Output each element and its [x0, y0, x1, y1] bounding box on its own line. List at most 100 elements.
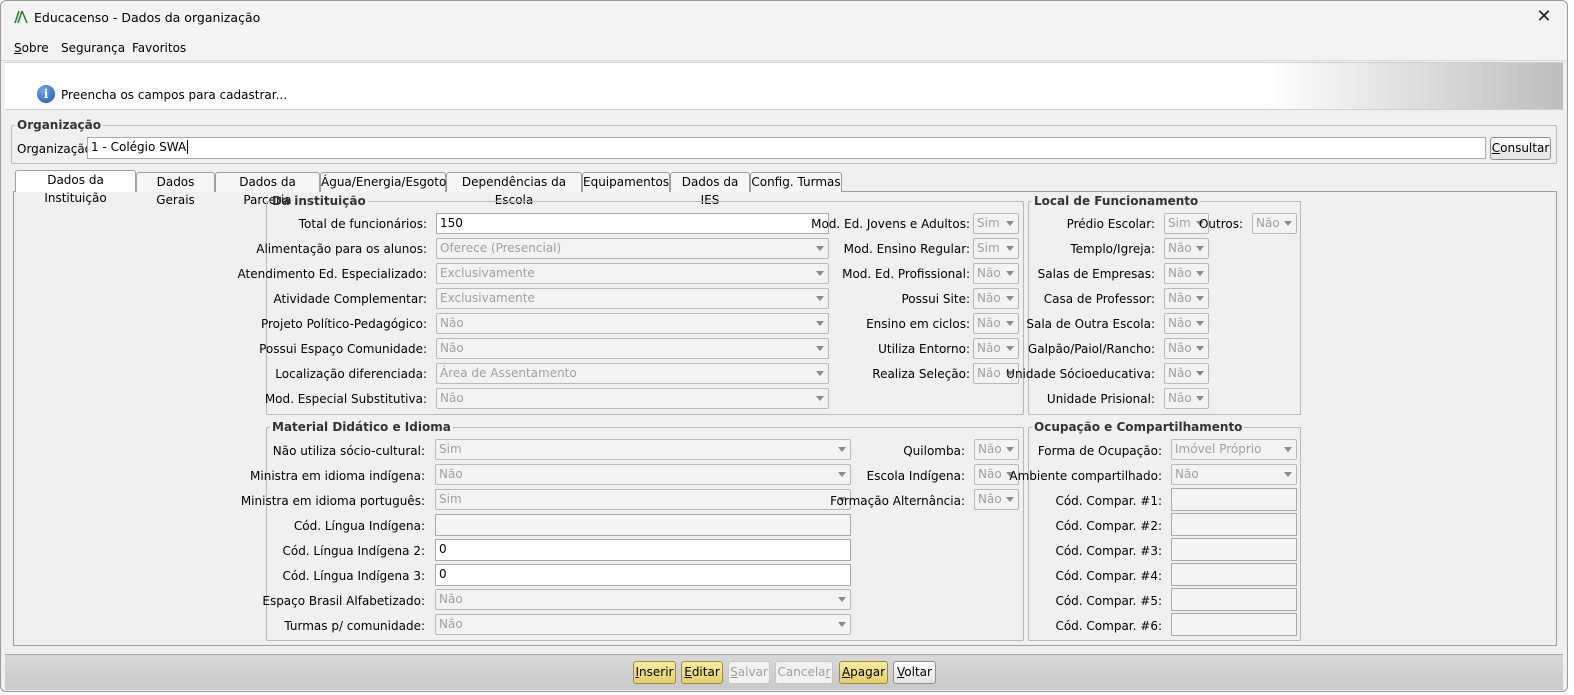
ambiente-compartilhado-label: Ambiente compartilhado: [1009, 469, 1162, 483]
inserir-button[interactable]: Inserir [633, 661, 676, 684]
cod-compar-3-input[interactable] [1171, 538, 1297, 561]
formacao-alternancia-select[interactable]: Não [974, 489, 1019, 510]
forma-ocupacao-select[interactable]: Imóvel Próprio [1171, 439, 1297, 460]
close-icon[interactable]: ✕ [1531, 6, 1557, 28]
tab-equipamentos[interactable]: Equipamentos [582, 172, 670, 192]
chevron-down-icon [1196, 371, 1204, 376]
chevron-down-icon [1284, 472, 1292, 477]
consultar-button[interactable]: Consultar [1490, 137, 1551, 160]
tab-dados-instituicao[interactable]: Dados da Instituição [15, 170, 136, 205]
chevron-down-icon [816, 346, 824, 351]
tab-agua-energia[interactable]: Água/Energia/Esgoto [320, 172, 446, 192]
idioma-portugues-select[interactable]: Sim [435, 489, 851, 510]
cod-compar-2-input[interactable] [1171, 513, 1297, 536]
nao-utiliza-select[interactable]: Sim [435, 439, 851, 460]
atividade-label: Atividade Complementar: [273, 292, 427, 306]
menu-sobre[interactable]: Sobre [14, 41, 49, 55]
chevron-down-icon [1006, 271, 1014, 276]
mod-eja-label: Mod. Ed. Jovens e Adultos: [811, 217, 970, 231]
hint-text: Preencha os campos para cadastrar... [61, 88, 288, 102]
idioma-indigena-label: Ministra em idioma indígena: [250, 469, 425, 483]
chevron-down-icon [816, 271, 824, 276]
tab-dados-ies[interactable]: Dados da IES [670, 172, 750, 207]
cod-compar-4-input[interactable] [1171, 563, 1297, 586]
unidade-socioeducativa-select[interactable]: Não [1164, 363, 1209, 384]
chevron-down-icon [1196, 396, 1204, 401]
turmas-comunidade-select[interactable]: Não [435, 614, 851, 635]
chevron-down-icon [816, 296, 824, 301]
templo-select[interactable]: Não [1164, 238, 1209, 259]
cod-lingua-2-input[interactable]: 0 [435, 539, 851, 561]
organizacao-legend: Organização [17, 118, 101, 132]
organizacao-input[interactable]: 1 - Colégio SWA [87, 137, 1486, 159]
atendimento-select[interactable]: Exclusivamente [436, 263, 829, 284]
ambiente-compartilhado-select[interactable]: Não [1171, 464, 1297, 485]
alimentacao-select[interactable]: Oferece (Presencial) [436, 238, 829, 259]
chevron-down-icon [838, 447, 846, 452]
mod-especial-label: Mod. Especial Substitutiva: [264, 392, 427, 406]
ocupacao-legend: Ocupação e Compartilhamento [1034, 420, 1243, 434]
nao-utiliza-label: Não utiliza sócio-cultural: [272, 444, 425, 458]
mod-eja-select[interactable]: Sim [973, 213, 1019, 234]
cod-compar-1-label: Cód. Compar. #1: [1055, 494, 1162, 508]
menu-seguranca[interactable]: Segurança [61, 41, 125, 55]
chevron-down-icon [816, 246, 824, 251]
chevron-down-icon [838, 622, 846, 627]
total-funcionarios-input[interactable]: 150 [436, 213, 829, 234]
alimentacao-label: Alimentação para os alunos: [256, 242, 427, 256]
outros-select[interactable]: Não [1252, 213, 1297, 234]
atividade-select[interactable]: Exclusivamente [436, 288, 829, 309]
cancelar-button[interactable]: Cancelar [775, 661, 833, 684]
cod-lingua-1-input[interactable] [435, 514, 851, 536]
tab-config-turmas[interactable]: Config. Turmas [750, 172, 842, 192]
chevron-down-icon [1006, 296, 1014, 301]
info-icon: i [37, 85, 55, 103]
tab-dados-parceria[interactable]: Dados da Parceria [215, 172, 320, 207]
cod-lingua-3-input[interactable]: 0 [435, 564, 851, 586]
salvar-button[interactable]: Salvar [728, 661, 770, 684]
mod-regular-select[interactable]: Sim [973, 238, 1019, 259]
possui-site-select[interactable]: Não [973, 288, 1019, 309]
chevron-down-icon [1284, 221, 1292, 226]
mod-especial-select[interactable]: Não [436, 388, 829, 409]
tab-dados-gerais[interactable]: Dados Gerais [136, 172, 215, 207]
mod-profissional-select[interactable]: Não [973, 263, 1019, 284]
voltar-button[interactable]: Voltar [893, 661, 936, 684]
localizacao-select[interactable]: Área de Assentamento [436, 363, 829, 384]
sala-outra-escola-label: Sala de Outra Escola: [1026, 317, 1155, 331]
chevron-down-icon [1196, 346, 1204, 351]
salas-empresas-select[interactable]: Não [1164, 263, 1209, 284]
quilomba-select[interactable]: Não [974, 439, 1019, 460]
unidade-prisional-select[interactable]: Não [1164, 388, 1209, 409]
menu-favoritos[interactable]: Favoritos [132, 41, 186, 55]
chevron-down-icon [1006, 246, 1014, 251]
chevron-down-icon [1284, 447, 1292, 452]
cod-compar-1-input[interactable] [1171, 488, 1297, 511]
turmas-comunidade-label: Turmas p/ comunidade: [284, 619, 425, 633]
tab-dependencias[interactable]: Dependências da Escola [446, 172, 582, 207]
cod-compar-5-label: Cód. Compar. #5: [1055, 594, 1162, 608]
chevron-down-icon [1196, 246, 1204, 251]
cod-compar-5-input[interactable] [1171, 588, 1297, 611]
ensino-ciclos-label: Ensino em ciclos: [866, 317, 970, 331]
espaco-brasil-select[interactable]: Não [435, 589, 851, 610]
mod-profissional-label: Mod. Ed. Profissional: [842, 267, 970, 281]
realiza-selecao-label: Realiza Seleção: [872, 367, 970, 381]
utiliza-entorno-select[interactable]: Não [973, 338, 1019, 359]
idioma-indigena-select[interactable]: Não [435, 464, 851, 485]
apagar-button[interactable]: Apagar [839, 661, 888, 684]
chevron-down-icon [816, 321, 824, 326]
chevron-down-icon [1196, 271, 1204, 276]
chevron-down-icon [816, 396, 824, 401]
sala-outra-escola-select[interactable]: Não [1164, 313, 1209, 334]
cod-compar-6-input[interactable] [1171, 613, 1297, 636]
galpao-label: Galpão/Paiol/Rancho: [1027, 342, 1155, 356]
chevron-down-icon [1006, 321, 1014, 326]
chevron-down-icon [1196, 321, 1204, 326]
espaco-comunidade-select[interactable]: Não [436, 338, 829, 359]
editar-button[interactable]: Editar [681, 661, 723, 684]
projeto-select[interactable]: Não [436, 313, 829, 334]
ensino-ciclos-select[interactable]: Não [973, 313, 1019, 334]
galpao-select[interactable]: Não [1164, 338, 1209, 359]
casa-professor-select[interactable]: Não [1164, 288, 1209, 309]
